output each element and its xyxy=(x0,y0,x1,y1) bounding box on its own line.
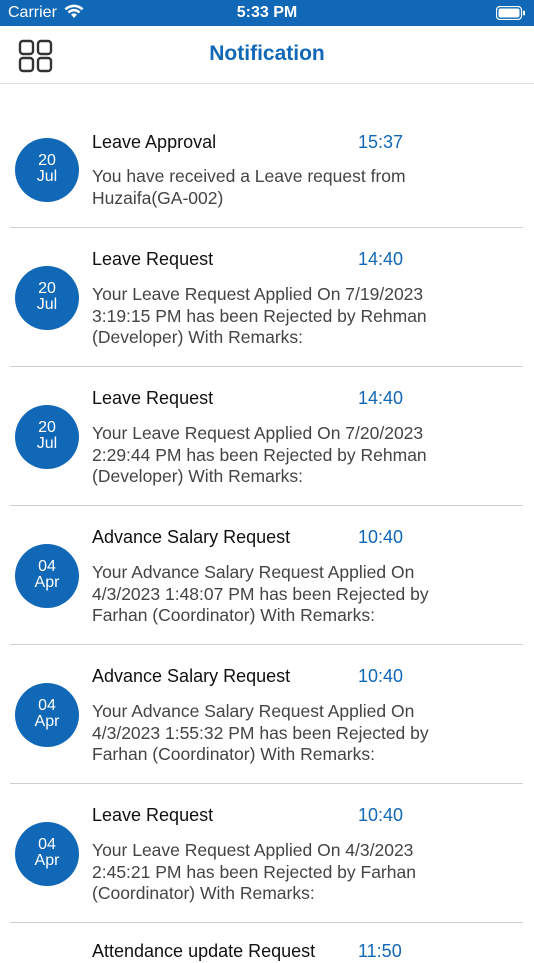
notification-time: 14:40 xyxy=(358,388,404,408)
notification-title: Leave Request xyxy=(92,388,214,408)
status-time: 5:33 PM xyxy=(236,4,298,21)
notification-title: Leave Request xyxy=(92,805,214,825)
notification-item[interactable]: 04 Apr Advance Salary Request 10:40 Your… xyxy=(10,645,523,784)
page-title: Notification xyxy=(209,42,325,65)
notification-body: Your Advance Salary Request Applied On 4… xyxy=(92,562,429,625)
notification-time: 11:50 xyxy=(358,941,402,961)
notification-time: 10:40 xyxy=(358,805,404,825)
notification-time: 10:40 xyxy=(358,666,404,686)
date-day: 04 xyxy=(38,558,56,575)
date-day: 20 xyxy=(38,280,56,297)
date-badge: 04 Apr xyxy=(15,544,79,608)
notification-list[interactable]: 20 Jul Leave Approval 15:37 You have rec… xyxy=(0,84,534,963)
notification-item[interactable]: Attendance update Request 11:50 xyxy=(10,923,523,963)
notification-item[interactable]: 04 Apr Advance Salary Request 10:40 Your… xyxy=(10,506,523,645)
notification-time: 14:40 xyxy=(358,249,404,269)
date-badge: 04 Apr xyxy=(15,822,79,886)
date-badge: 20 Jul xyxy=(15,405,79,469)
notification-item[interactable]: 20 Jul Leave Request 14:40 Your Leave Re… xyxy=(10,367,523,506)
battery-icon xyxy=(495,5,526,25)
date-month: Jul xyxy=(36,435,58,452)
date-month: Apr xyxy=(34,574,60,591)
date-day: 20 xyxy=(38,152,56,169)
status-bar: Carrier 5:33 PM xyxy=(0,0,534,26)
notification-title: Leave Request xyxy=(92,249,214,269)
date-badge: 20 Jul xyxy=(15,266,79,330)
notification-title: Attendance update Request xyxy=(92,941,316,961)
notification-title: Advance Salary Request xyxy=(92,666,291,686)
notification-time: 10:40 xyxy=(358,527,404,547)
notification-time: 15:37 xyxy=(358,132,404,152)
date-month: Jul xyxy=(36,296,58,313)
date-day: 20 xyxy=(38,419,56,436)
date-month: Apr xyxy=(34,713,60,730)
date-badge: 20 Jul xyxy=(15,138,79,202)
notification-body: Your Leave Request Applied On 7/20/2023 … xyxy=(92,423,427,486)
notification-item[interactable]: 20 Jul Leave Approval 15:37 You have rec… xyxy=(10,84,523,228)
notification-item[interactable]: 04 Apr Leave Request 10:40 Your Leave Re… xyxy=(10,784,523,923)
notification-body: Your Leave Request Applied On 4/3/2023 2… xyxy=(92,840,416,903)
nav-bar: Notification xyxy=(0,26,534,84)
date-month: Apr xyxy=(34,852,60,869)
notification-item[interactable]: 20 Jul Leave Request 14:40 Your Leave Re… xyxy=(10,228,523,367)
notification-title: Advance Salary Request xyxy=(92,527,291,547)
notification-title: Leave Approval xyxy=(92,132,217,152)
date-day: 04 xyxy=(38,836,56,853)
date-month: Jul xyxy=(36,168,58,185)
date-badge: 04 Apr xyxy=(15,683,79,747)
notification-body: Your Leave Request Applied On 7/19/2023 … xyxy=(92,284,427,347)
notification-body: You have received a Leave request from H… xyxy=(92,166,406,208)
notification-body: Your Advance Salary Request Applied On 4… xyxy=(92,701,429,764)
date-day: 04 xyxy=(38,697,56,714)
